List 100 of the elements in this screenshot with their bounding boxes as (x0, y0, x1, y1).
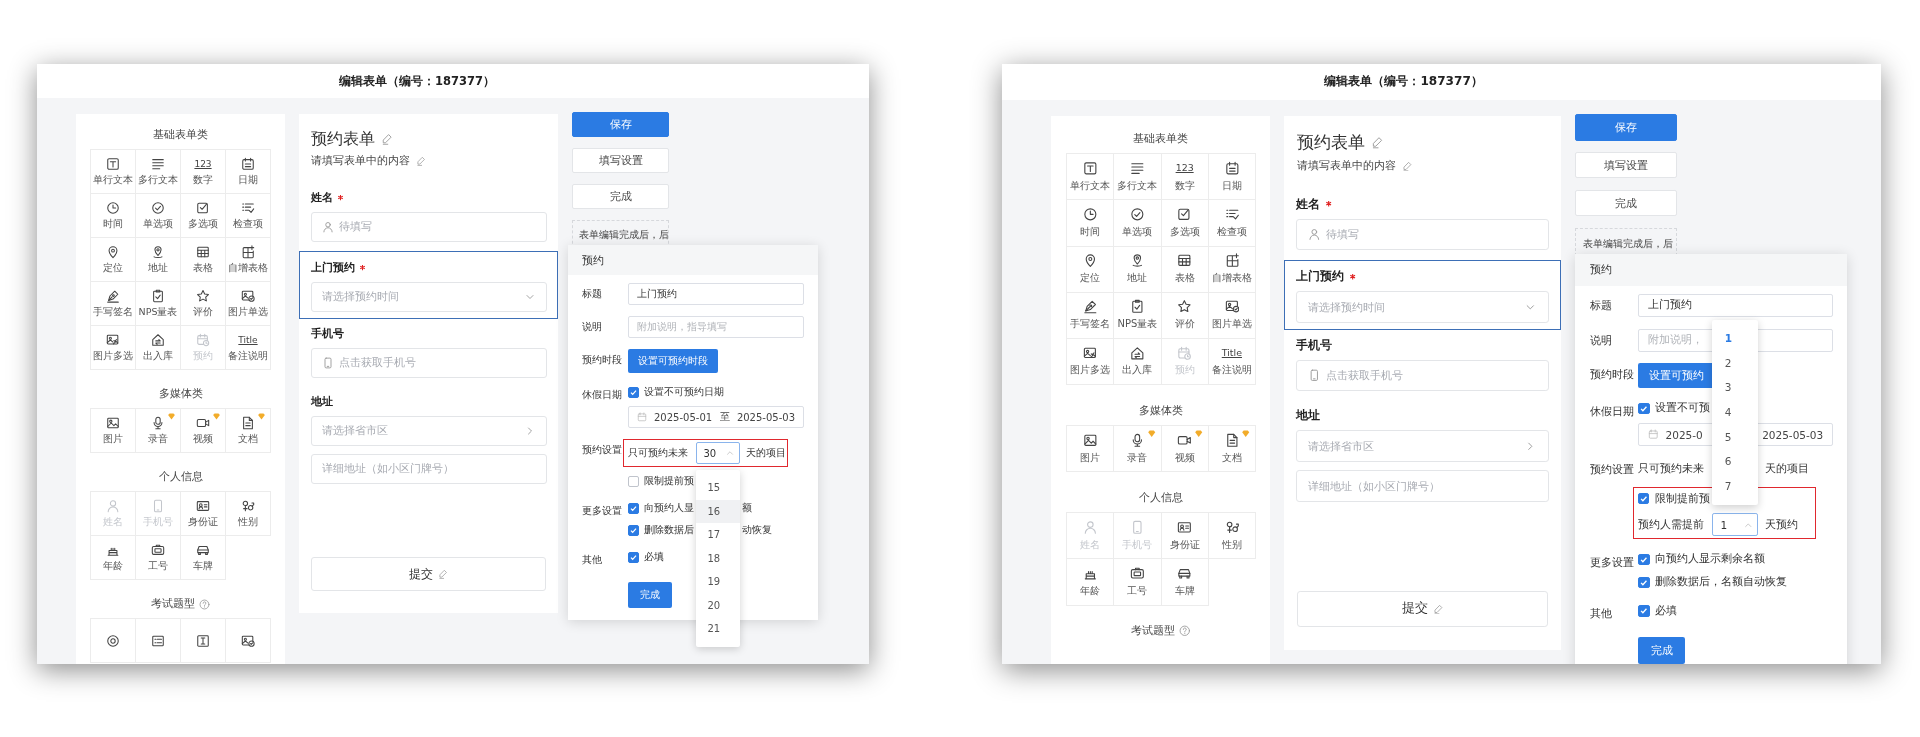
section-title: 基础表单类 (1133, 131, 1189, 146)
component-button[interactable] (135, 618, 181, 663)
component-button[interactable]: 日期 (1207, 153, 1256, 201)
component-button[interactable]: 单行文本 (90, 149, 136, 194)
component-button[interactable]: 图片单选 (225, 281, 271, 326)
component-button[interactable]: 性别 (225, 491, 271, 536)
end-date: 2025-05-03 (736, 411, 795, 423)
component-button[interactable]: 车牌 (1160, 558, 1209, 606)
star-icon (196, 288, 210, 303)
checkbox[interactable] (1637, 492, 1650, 505)
submit-button[interactable]: 提交 (311, 557, 546, 591)
component-button[interactable]: 年龄 (1066, 558, 1115, 606)
component-button[interactable]: 车牌 (180, 535, 226, 580)
component-button[interactable]: 视频 (180, 408, 226, 453)
dropdown-option[interactable]: 7 (1712, 473, 1759, 499)
component-button[interactable]: 日期 (225, 149, 271, 194)
number-field[interactable]: 30 (695, 442, 740, 464)
action-button[interactable]: 完成 (1638, 637, 1686, 664)
action-button[interactable]: 保存 (572, 112, 669, 137)
component-button[interactable]: 文档 (1207, 425, 1256, 473)
check-circle-icon (151, 200, 165, 215)
action-button[interactable]: 保存 (1575, 114, 1678, 141)
gem-icon (1194, 429, 1204, 439)
component-button[interactable]: 性别 (1207, 512, 1256, 560)
dropdown-option[interactable]: 3 (1712, 375, 1759, 400)
dropdown-option[interactable]: 18 (695, 546, 740, 570)
form-field-frame[interactable]: 手机号 点击获取手机号 (1284, 336, 1561, 393)
form-field-frame[interactable]: 上门预约 请选择预约时间 (299, 251, 558, 319)
map-pin-icon (1130, 253, 1145, 268)
checkbox-label: 删除数据后，名额自动恢复 (1655, 575, 1788, 590)
clock-icon (1082, 207, 1098, 222)
dropdown-option[interactable]: 2 (1712, 350, 1759, 376)
form-field-frame[interactable]: 姓名 待填写 (1284, 195, 1561, 252)
mobile-phone-icon (1130, 519, 1145, 535)
clipboard-icon (151, 288, 165, 303)
action-button[interactable]: 完成 (1575, 189, 1678, 217)
component-button[interactable]: 图片多选 (1066, 337, 1115, 386)
start-date: 2025-0 (1665, 428, 1703, 441)
component-button[interactable] (225, 618, 271, 663)
checkbox[interactable] (1638, 605, 1650, 617)
dropdown-option[interactable]: 1 (1712, 325, 1759, 351)
form-field-frame[interactable]: 姓名 待填写 (299, 189, 558, 243)
checkbox[interactable] (628, 502, 639, 514)
dropdown-option[interactable]: 4 (1712, 399, 1759, 425)
action-button[interactable]: 完成 (572, 184, 669, 209)
image-stack-icon (106, 332, 120, 347)
action-button[interactable]: 设置可预约时段 (628, 349, 718, 373)
text-field[interactable]: 上门预约 (628, 283, 804, 305)
dropdown-option[interactable]: 19 (695, 570, 740, 594)
dropdown-option[interactable]: 5 (1712, 424, 1759, 450)
checkbox[interactable] (1638, 576, 1650, 589)
component-button[interactable]: 单行文本 (1066, 153, 1115, 201)
checkbox-label: 设置不可预约日期 (644, 385, 724, 399)
checkbox[interactable] (628, 551, 639, 563)
component-button[interactable]: 文档 (225, 408, 271, 453)
number-field[interactable]: 1 (1712, 513, 1759, 537)
dropdown-option[interactable]: 16 (695, 499, 740, 523)
form-field-frame[interactable]: 手机号 点击获取手机号 (299, 325, 558, 379)
component-button[interactable]: 图片 (90, 408, 136, 453)
checkbox[interactable] (628, 386, 639, 398)
component-button[interactable]: 录音 (1113, 425, 1162, 473)
id-card-icon (1177, 519, 1192, 535)
section-title: 考试题型 (151, 597, 195, 611)
dropdown-option[interactable]: 17 (695, 523, 740, 547)
popup-header: 预约 (1575, 254, 1848, 286)
checkbox[interactable] (1638, 553, 1650, 566)
dropdown-option[interactable]: 6 (1712, 449, 1759, 474)
component-button[interactable]: 图片多选 (90, 325, 136, 370)
dropdown-option[interactable]: 15 (695, 476, 740, 500)
component-button[interactable] (180, 618, 226, 663)
checkbox[interactable] (628, 524, 639, 536)
component-button[interactable]: 录音 (135, 408, 181, 453)
form-field-frame[interactable]: 上门预约 请选择预约时间 (1284, 259, 1561, 331)
date-range-field[interactable]: 2025-05-01 至 2025-05-03 (628, 406, 804, 428)
submit-button[interactable]: 提交 (1297, 591, 1548, 627)
house-icon (1130, 345, 1145, 361)
popup-header: 预约 (568, 245, 818, 275)
dropdown-option[interactable]: 20 (695, 593, 740, 617)
component-button[interactable]: Title 备注说明 (225, 325, 271, 370)
component-button[interactable] (90, 618, 136, 663)
dropdown-option[interactable]: 21 (695, 617, 740, 641)
section-title: 基础表单类 (153, 128, 208, 142)
component-button[interactable]: Title 备注说明 (1207, 337, 1256, 386)
pencil-icon (416, 156, 426, 166)
badge-icon (151, 542, 165, 557)
action-button[interactable]: 填写设置 (1575, 152, 1678, 179)
action-button[interactable]: 填写设置 (572, 148, 669, 173)
checkbox[interactable] (628, 475, 639, 487)
text-field[interactable]: 上门预约 (1638, 293, 1833, 317)
mobile-phone-icon (151, 498, 165, 513)
text-cursor-icon (196, 633, 210, 648)
component-button[interactable]: 视频 (1160, 425, 1209, 473)
checkbox[interactable] (1638, 402, 1650, 415)
component-button[interactable]: 图片 (1066, 425, 1115, 473)
range-separator: 至 (718, 410, 731, 424)
action-button[interactable]: 设置可预约 (1638, 363, 1715, 389)
text-field-icon (1082, 160, 1098, 176)
action-button[interactable]: 完成 (628, 582, 672, 608)
field-label: 预约设置 (1590, 461, 1635, 477)
component-button[interactable]: 年龄 (90, 535, 136, 580)
